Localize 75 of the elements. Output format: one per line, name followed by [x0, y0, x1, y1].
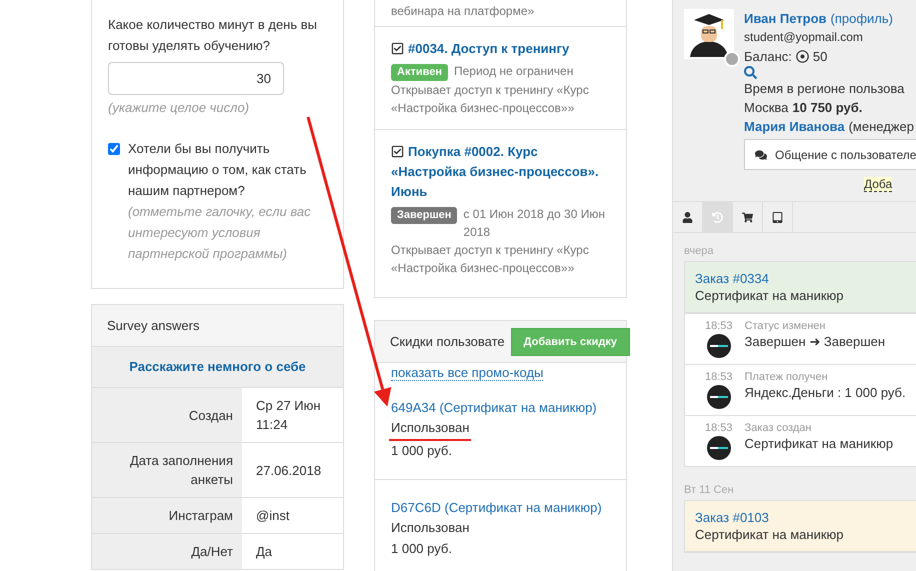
- cart-icon: [742, 212, 753, 222]
- city-text: Москва: [744, 99, 788, 117]
- value-cell-text: 27.06.2018: [255, 462, 322, 480]
- promo-code-link[interactable]: 649A34: [391, 400, 436, 415]
- event-text: Завершен ➜ Завершен: [744, 333, 886, 351]
- promo-name-link[interactable]: (Сертификат на маникюр): [444, 500, 602, 515]
- chat-icon: [755, 148, 767, 160]
- card-title: Survey answers: [107, 317, 200, 335]
- balance-label: Баланс:: [744, 48, 792, 66]
- search-icon[interactable]: [744, 66, 757, 79]
- description-text: вебинара на платформе»: [391, 4, 534, 18]
- label-cell: Да/Нет: [92, 534, 242, 569]
- promo-code-link[interactable]: D67C6D: [391, 500, 441, 515]
- question-text: Какое количество минут в день вы готовы уделять обучению?: [108, 16, 318, 55]
- description-text: Открывает доступ к тренингу «Курс «Настройка бизнес-процессов»»: [391, 83, 589, 115]
- user-icon: [682, 212, 693, 222]
- manager-link[interactable]: Мария Иванова: [744, 117, 845, 136]
- status-badge: Завершен: [391, 207, 458, 224]
- manager-role: (менеджер: [848, 118, 914, 136]
- status-badge: Активен: [391, 64, 448, 81]
- hint-text: (отметьте галочку, если вас интересуют условия партнерской программы): [128, 203, 312, 263]
- purchase-title[interactable]: Покупка #0002. Курс «Настройка бизнес-процессов». Июнь: [391, 142, 616, 202]
- product-text: Сертификат на маникюр: [695, 526, 845, 543]
- promo-name-link[interactable]: (Сертификат на маникюр): [439, 400, 597, 415]
- user-name-link[interactable]: Иван Петров: [744, 9, 827, 28]
- label-cell: Инстаграм: [92, 498, 242, 533]
- order-link[interactable]: Заказ #0103: [695, 509, 906, 526]
- checkbox-label: Хотели бы вы получить информацию о том, как стать нашим партнером?: [128, 140, 308, 200]
- date-label: Вт 11 Сен: [684, 484, 735, 496]
- total-text: 10 750 руб.: [792, 99, 862, 117]
- logo-icon: [706, 334, 731, 358]
- section-title: Расскажите немного о себе: [92, 347, 343, 387]
- minutes-input[interactable]: 30: [108, 62, 284, 95]
- product-text: Сертификат на маникюр: [695, 287, 845, 304]
- label-cell: Создан: [92, 388, 242, 442]
- event-label: Платеж получен: [744, 371, 829, 383]
- event-text: Сертификат на маникюр: [744, 435, 894, 453]
- time-text: 18:53: [705, 320, 733, 332]
- purchase-title[interactable]: #0034. Доступ к тренингу: [391, 39, 616, 59]
- partner-checkbox[interactable]: [108, 143, 120, 155]
- period-text: Период не ограничен: [454, 63, 574, 80]
- card-title: Скидки пользовате: [390, 333, 505, 351]
- region-time-text: Время в регионе пользова: [744, 80, 904, 98]
- status-text: Использован: [390, 519, 470, 537]
- event-label: Заказ создан: [744, 422, 812, 434]
- event-text: Яндекс.Деньги : 1 000 руб.: [744, 384, 906, 402]
- hint-text: (укажите целое число): [108, 99, 250, 117]
- label-cell: Дата заполнения анкеты: [92, 443, 242, 497]
- period-text: с 01 Июн 2018 до 30 Июн 2018: [463, 206, 606, 241]
- checkbox-icon: [391, 42, 404, 55]
- profile-link[interactable]: (профиль): [830, 9, 893, 28]
- logo-icon: [706, 436, 731, 460]
- amount-text: 1 000 руб.: [391, 442, 453, 460]
- description-text: Открывает доступ к тренингу «Курс «Настройка бизнес-процессов»»: [391, 243, 589, 275]
- avatar-drawing: [684, 9, 734, 59]
- event-label: Статус изменен: [744, 320, 826, 332]
- checkbox-icon: [391, 145, 404, 158]
- order-link[interactable]: Заказ #0334: [695, 270, 906, 287]
- chat-button[interactable]: Общение с пользователе: [744, 139, 916, 170]
- show-all-link[interactable]: показать все промо-коды: [391, 365, 544, 381]
- logo-icon: [706, 385, 731, 409]
- time-text: 18:53: [705, 422, 733, 434]
- amount-text: 1 000 руб.: [391, 540, 453, 558]
- tablet-icon: [772, 212, 783, 222]
- coin-icon: [796, 50, 809, 63]
- value-cell-text: @inst: [255, 507, 290, 525]
- email-text: student@yopmail.com: [744, 29, 863, 46]
- history-icon: [712, 212, 723, 222]
- date-label: вчера: [684, 245, 714, 257]
- status-text: Использован: [389, 418, 472, 441]
- time-text: 18:53: [705, 371, 733, 383]
- value-cell-text: Да: [255, 543, 274, 561]
- value-cell-text: Ср 27 Июн 11:24: [255, 397, 322, 434]
- balance-value: 50: [812, 48, 828, 66]
- add-link[interactable]: Доба: [864, 177, 892, 192]
